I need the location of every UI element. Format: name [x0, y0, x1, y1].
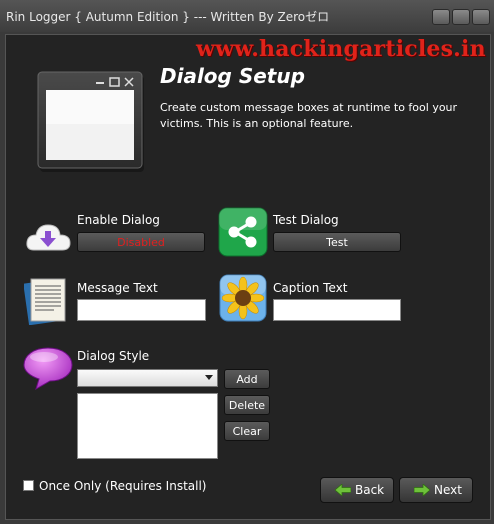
- title-bar: Rin Logger { Autumn Edition } --- Writte…: [0, 0, 494, 32]
- document-icon: [24, 278, 66, 325]
- close-button[interactable]: [472, 9, 490, 25]
- watermark: www.hackingarticles.in: [196, 36, 486, 62]
- dialog-style-select[interactable]: [77, 369, 218, 387]
- next-button-label: Next: [434, 483, 462, 497]
- once-only-checkbox[interactable]: [23, 480, 34, 491]
- next-button[interactable]: Next: [399, 477, 473, 503]
- enable-dialog-toggle-button[interactable]: Disabled: [77, 232, 205, 252]
- test-dialog-label: Test Dialog: [273, 213, 339, 227]
- maximize-button[interactable]: [452, 9, 470, 25]
- arrow-left-icon: [335, 484, 351, 496]
- once-only-label: Once Only (Requires Install): [39, 479, 207, 493]
- message-text-label: Message Text: [77, 281, 158, 295]
- minimize-button[interactable]: [432, 9, 450, 25]
- back-button[interactable]: Back: [320, 477, 394, 503]
- clear-style-button[interactable]: Clear: [224, 421, 270, 441]
- message-text-input[interactable]: [77, 299, 206, 321]
- sunflower-icon: [219, 274, 267, 322]
- dialog-style-list[interactable]: [77, 393, 218, 459]
- page-description: Create custom message boxes at runtime t…: [160, 101, 458, 130]
- caption-text-label: Caption Text: [273, 281, 348, 295]
- cloud-download-icon: [26, 224, 71, 251]
- window-title: Rin Logger { Autumn Edition } --- Writte…: [6, 10, 330, 24]
- dialog-style-label: Dialog Style: [77, 349, 150, 363]
- add-style-button[interactable]: Add: [224, 369, 270, 389]
- delete-style-button[interactable]: Delete: [224, 395, 270, 415]
- chevron-down-icon: [205, 375, 213, 380]
- test-dialog-button[interactable]: Test: [273, 232, 401, 252]
- enable-dialog-label: Enable Dialog: [77, 213, 160, 227]
- page-title: Dialog Setup: [160, 64, 305, 88]
- arrow-right-icon: [414, 484, 430, 496]
- dialog-window-icon: [37, 71, 144, 172]
- share-icon: [218, 207, 268, 257]
- back-button-label: Back: [355, 483, 385, 497]
- caption-text-input[interactable]: [273, 299, 401, 321]
- speech-bubble-icon: [23, 347, 73, 391]
